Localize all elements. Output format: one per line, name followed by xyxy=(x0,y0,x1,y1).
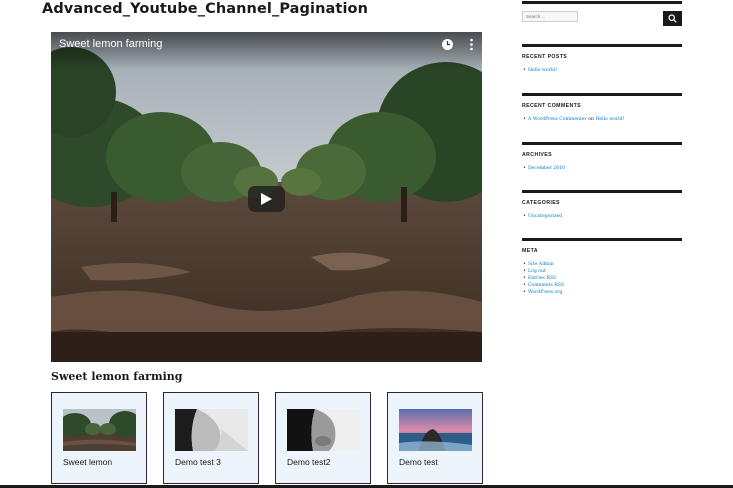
category-link[interactable]: Uncategorized xyxy=(528,214,562,219)
list-item: Hello world! xyxy=(522,67,682,74)
comment-connector: on xyxy=(588,117,594,122)
list-item: WordPress.org xyxy=(522,289,682,296)
comment-author-link[interactable]: A WordPress Commenter xyxy=(528,117,587,122)
play-icon xyxy=(261,193,272,205)
search-input[interactable] xyxy=(522,11,578,22)
page-title: Advanced_Youtube_Channel_Pagination xyxy=(42,1,369,17)
thumbnail-label[interactable]: Sweet lemon xyxy=(63,457,112,467)
more-vert-icon[interactable] xyxy=(469,38,474,51)
widget-rule xyxy=(522,93,682,96)
widget-rule xyxy=(522,142,682,145)
clock-icon[interactable] xyxy=(441,38,454,51)
search-button[interactable] xyxy=(663,11,682,26)
list-item: Log out xyxy=(522,268,682,275)
widget-title: RECENT COMMENTS xyxy=(522,103,582,109)
list-item: Site Admin xyxy=(522,261,682,268)
video-title[interactable]: Sweet lemon farming xyxy=(59,38,162,50)
thumbnail-label[interactable]: Demo test 3 xyxy=(175,457,221,467)
thumbnail-image-lemon-orchard[interactable] xyxy=(63,409,136,451)
recent-post-link[interactable]: Hello world! xyxy=(528,68,557,73)
comment-post-link[interactable]: Hello world! xyxy=(595,117,624,122)
sidebar-top-rule xyxy=(522,1,682,4)
widget-rule xyxy=(522,190,682,193)
widget-categories: CATEGORIES Uncategorized xyxy=(522,190,682,220)
play-button[interactable] xyxy=(248,186,285,212)
thumbnail-image-woman-bw-portrait[interactable] xyxy=(287,409,360,451)
thumbnail-card[interactable]: Demo test2 xyxy=(275,392,371,484)
list-item: A WordPress Commenter on Hello world! xyxy=(522,116,682,123)
widget-title: CATEGORIES xyxy=(522,200,560,206)
thumbnail-card[interactable]: Sweet lemon xyxy=(51,392,147,484)
list-item: December 2016 xyxy=(522,165,682,172)
thumbnail-label[interactable]: Demo test xyxy=(399,457,438,467)
youtube-player[interactable]: Sweet lemon farming xyxy=(51,32,482,362)
video-heading: Sweet lemon farming xyxy=(51,370,183,383)
thumbnail-card[interactable]: Demo test 3 xyxy=(163,392,259,484)
list-item: Entries RSS xyxy=(522,275,682,282)
list-item: Uncategorized xyxy=(522,213,682,220)
widget-recent-comments: RECENT COMMENTS A WordPress Commenter on… xyxy=(522,93,682,123)
thumbnail-image-woman-profile[interactable] xyxy=(175,409,248,451)
list-item: Comments RSS xyxy=(522,282,682,289)
meta-link-wordpress-org[interactable]: WordPress.org xyxy=(528,290,562,295)
meta-link-log-out[interactable]: Log out xyxy=(528,269,546,274)
widget-rule xyxy=(522,238,682,241)
thumbnail-image-seascape-sunset[interactable] xyxy=(399,409,472,451)
thumbnail-card[interactable]: Demo test xyxy=(387,392,483,484)
search-icon xyxy=(668,14,677,23)
widget-title: RECENT POSTS xyxy=(522,54,568,60)
thumbnail-label[interactable]: Demo test2 xyxy=(287,457,330,467)
widget-archives: ARCHIVES December 2016 xyxy=(522,142,682,172)
widget-title: META xyxy=(522,248,538,254)
meta-link-site-admin[interactable]: Site Admin xyxy=(528,262,554,267)
widget-rule xyxy=(522,44,682,47)
archive-link[interactable]: December 2016 xyxy=(528,166,565,171)
widget-meta: META Site Admin Log out Entries RSS Comm… xyxy=(522,238,682,296)
meta-link-entries-rss[interactable]: Entries RSS xyxy=(528,276,556,281)
meta-link-comments-rss[interactable]: Comments RSS xyxy=(528,283,564,288)
widget-title: ARCHIVES xyxy=(522,152,553,158)
widget-recent-posts: RECENT POSTS Hello world! xyxy=(522,44,682,74)
